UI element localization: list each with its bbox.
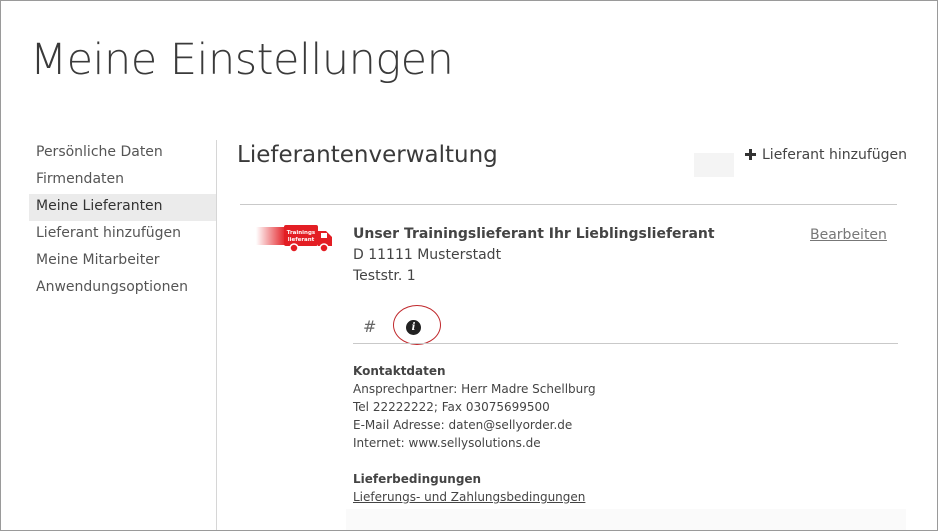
supplier-city: D 11111 Musterstadt	[353, 247, 502, 263]
supplier-street: Teststr. 1	[353, 268, 416, 284]
contact-phone: Tel 22222222; Fax 03075699500	[353, 400, 550, 414]
supplier-logo-truck-icon: Trainings lieferant	[256, 225, 332, 253]
page-title: Meine Einstellungen	[30, 35, 454, 85]
plus-icon	[745, 149, 756, 160]
toolbar-placeholder	[694, 153, 734, 177]
sidebar-item-my-employees[interactable]: Meine Mitarbeiter	[29, 248, 216, 275]
edit-supplier-link[interactable]: Bearbeiten	[810, 227, 887, 243]
sidebar-item-application-options[interactable]: Anwendungsoptionen	[29, 275, 216, 302]
info-icon: i	[406, 320, 421, 335]
tab-customer-number[interactable]: #	[363, 317, 376, 336]
contact-website: Internet: www.sellysolutions.de	[353, 436, 541, 450]
tab-info[interactable]: i	[393, 305, 441, 345]
content-footer-strip	[346, 509, 906, 530]
settings-window: Meine Einstellungen Persönliche Daten Fi…	[0, 0, 938, 531]
logo-text-line-1: Trainings	[287, 230, 316, 236]
add-supplier-label: Lieferant hinzufügen	[762, 147, 908, 163]
section-divider	[240, 204, 897, 205]
sidebar: Persönliche Daten Firmendaten Meine Lief…	[29, 140, 216, 302]
contact-email: E-Mail Adresse: daten@sellyorder.de	[353, 418, 573, 432]
contact-person: Ansprechpartner: Herr Madre Schellburg	[353, 382, 596, 396]
supplier-name: Unser Trainingslieferant Ihr Lieblingsli…	[353, 226, 715, 242]
delivery-heading: Lieferbedingungen	[353, 472, 482, 486]
sidebar-item-my-suppliers[interactable]: Meine Lieferanten	[29, 194, 216, 221]
logo-text-line-2: lieferant	[288, 237, 315, 243]
sidebar-divider	[216, 140, 217, 530]
tabs-divider	[353, 343, 898, 344]
delivery-terms-link[interactable]: Lieferungs- und Zahlungsbedingungen	[353, 490, 585, 504]
sidebar-item-company-data[interactable]: Firmendaten	[29, 167, 216, 194]
sidebar-item-personal-data[interactable]: Persönliche Daten	[29, 140, 216, 167]
section-title: Lieferantenverwaltung	[237, 142, 498, 168]
contact-heading: Kontaktdaten	[353, 364, 446, 378]
add-supplier-button[interactable]: Lieferant hinzufügen	[745, 147, 907, 163]
sidebar-item-add-supplier[interactable]: Lieferant hinzufügen	[29, 221, 216, 248]
